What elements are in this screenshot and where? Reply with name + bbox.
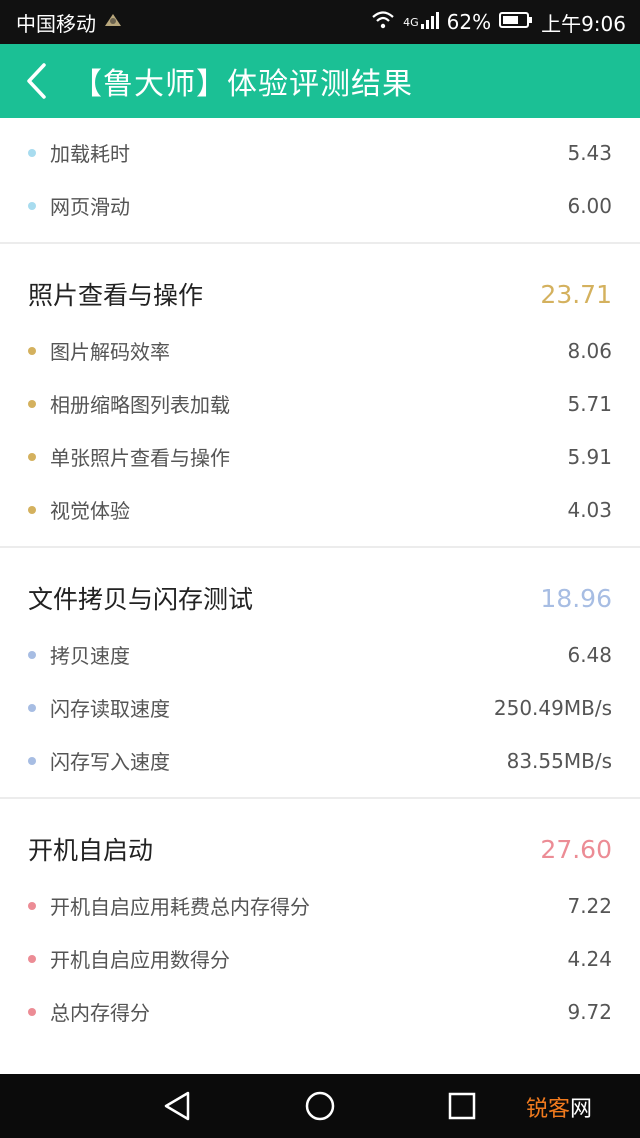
item-value: 4.03: [567, 497, 612, 522]
item-value: 4.24: [567, 946, 612, 971]
section-title: 文件拷贝与闪存测试: [28, 585, 254, 614]
item-value: 6.00: [567, 193, 612, 218]
item-label: 闪存读取速度: [50, 697, 170, 721]
item-label: 拷贝速度: [50, 644, 130, 668]
item-value: 83.55MB/s: [506, 748, 612, 773]
section-storage: 文件拷贝与闪存测试 18.96 拷贝速度 6.48 闪存读取速度 250.49M…: [0, 548, 640, 799]
item-label: 网页滑动: [50, 195, 130, 219]
battery-icon: [499, 10, 533, 34]
item-label: 闪存写入速度: [50, 750, 170, 774]
watermark-part2: 网: [569, 1097, 592, 1122]
section-title: 开机自启动: [28, 836, 154, 865]
list-item: 视觉体验 4.03: [0, 483, 640, 536]
square-recents-icon: [448, 1092, 476, 1120]
item-value: 5.43: [567, 140, 612, 165]
clock: 上午9:06: [541, 11, 626, 36]
item-label: 总内存得分: [50, 1001, 150, 1025]
bullet-icon: [28, 756, 36, 765]
bullet-icon: [28, 901, 36, 910]
watermark: 锐客网: [526, 1091, 592, 1123]
item-label: 相册缩略图列表加载: [50, 393, 230, 417]
status-right: 4G 62% 上午9:06: [371, 8, 626, 37]
bullet-icon: [28, 148, 36, 157]
item-value: 9.72: [567, 999, 612, 1024]
section-score: 27.60: [540, 834, 612, 864]
bullet-icon: [28, 201, 36, 210]
section-startup: 开机自启动 27.60 开机自启应用耗费总内存得分 7.22 开机自启应用数得分…: [0, 799, 640, 1038]
list-item: 单张照片查看与操作 5.91: [0, 430, 640, 483]
chevron-left-icon: [27, 63, 46, 99]
item-label: 视觉体验: [50, 499, 130, 523]
battery-percent: 62%: [446, 10, 492, 34]
results-list: 加载耗时 5.43 网页滑动 6.00 照片查看与操作 23.71 图片解码效率…: [0, 118, 640, 1074]
bullet-icon: [28, 399, 36, 408]
section-photo: 照片查看与操作 23.71 图片解码效率 8.06 相册缩略图列表加载 5.71…: [0, 244, 640, 548]
section-title: 照片查看与操作: [28, 281, 204, 310]
item-label: 单张照片查看与操作: [50, 446, 230, 470]
section-score: 23.71: [540, 279, 612, 309]
nav-back-button[interactable]: [157, 1086, 197, 1126]
back-button[interactable]: [0, 44, 72, 118]
watermark-part1: 锐客: [525, 1097, 570, 1122]
item-value: 7.22: [567, 893, 612, 918]
item-value: 5.71: [567, 391, 612, 416]
item-label: 开机自启应用耗费总内存得分: [50, 895, 310, 919]
bullet-icon: [28, 505, 36, 514]
item-value: 8.06: [567, 338, 612, 363]
item-label: 开机自启应用数得分: [50, 948, 230, 972]
item-value: 5.91: [567, 444, 612, 469]
bullet-icon: [28, 1007, 36, 1016]
bullet-icon: [28, 346, 36, 355]
list-item: 开机自启应用耗费总内存得分 7.22: [0, 879, 640, 932]
notification-icon: [102, 10, 124, 35]
bullet-icon: [28, 703, 36, 712]
triangle-back-icon: [164, 1091, 190, 1121]
wifi-icon: [371, 10, 395, 35]
bullet-icon: [28, 954, 36, 963]
circle-home-icon: [305, 1091, 335, 1121]
list-item: 闪存写入速度 83.55MB/s: [0, 734, 640, 787]
list-item: 拷贝速度 6.48: [0, 628, 640, 681]
bullet-icon: [28, 650, 36, 659]
item-label: 图片解码效率: [50, 340, 170, 364]
signal-icon: [420, 10, 439, 35]
navigation-bar: 锐客网: [0, 1074, 640, 1138]
list-item: 开机自启应用数得分 4.24: [0, 932, 640, 985]
item-value: 250.49MB/s: [493, 695, 612, 720]
nav-recents-button[interactable]: [442, 1086, 482, 1126]
app-bar: 【鲁大师】体验评测结果: [0, 44, 640, 118]
network-type: 4G: [403, 15, 419, 29]
status-bar: 中国移动 4G 62% 上午9:06: [0, 0, 640, 44]
page-title: 【鲁大师】体验评测结果: [72, 67, 413, 102]
list-item: 网页滑动 6.00: [0, 179, 640, 232]
list-item: 图片解码效率 8.06: [0, 324, 640, 377]
list-item: 加载耗时 5.43: [0, 126, 640, 179]
item-value: 6.48: [567, 642, 612, 667]
item-label: 加载耗时: [50, 142, 130, 166]
list-item: 总内存得分 9.72: [0, 985, 640, 1038]
list-item: 闪存读取速度 250.49MB/s: [0, 681, 640, 734]
carrier-label: 中国移动: [16, 11, 96, 36]
list-item: 相册缩略图列表加载 5.71: [0, 377, 640, 430]
nav-home-button[interactable]: [300, 1086, 340, 1126]
status-left: 中国移动: [16, 8, 124, 37]
bullet-icon: [28, 452, 36, 461]
section-partial: 加载耗时 5.43 网页滑动 6.00: [0, 118, 640, 244]
section-score: 18.96: [540, 583, 612, 613]
